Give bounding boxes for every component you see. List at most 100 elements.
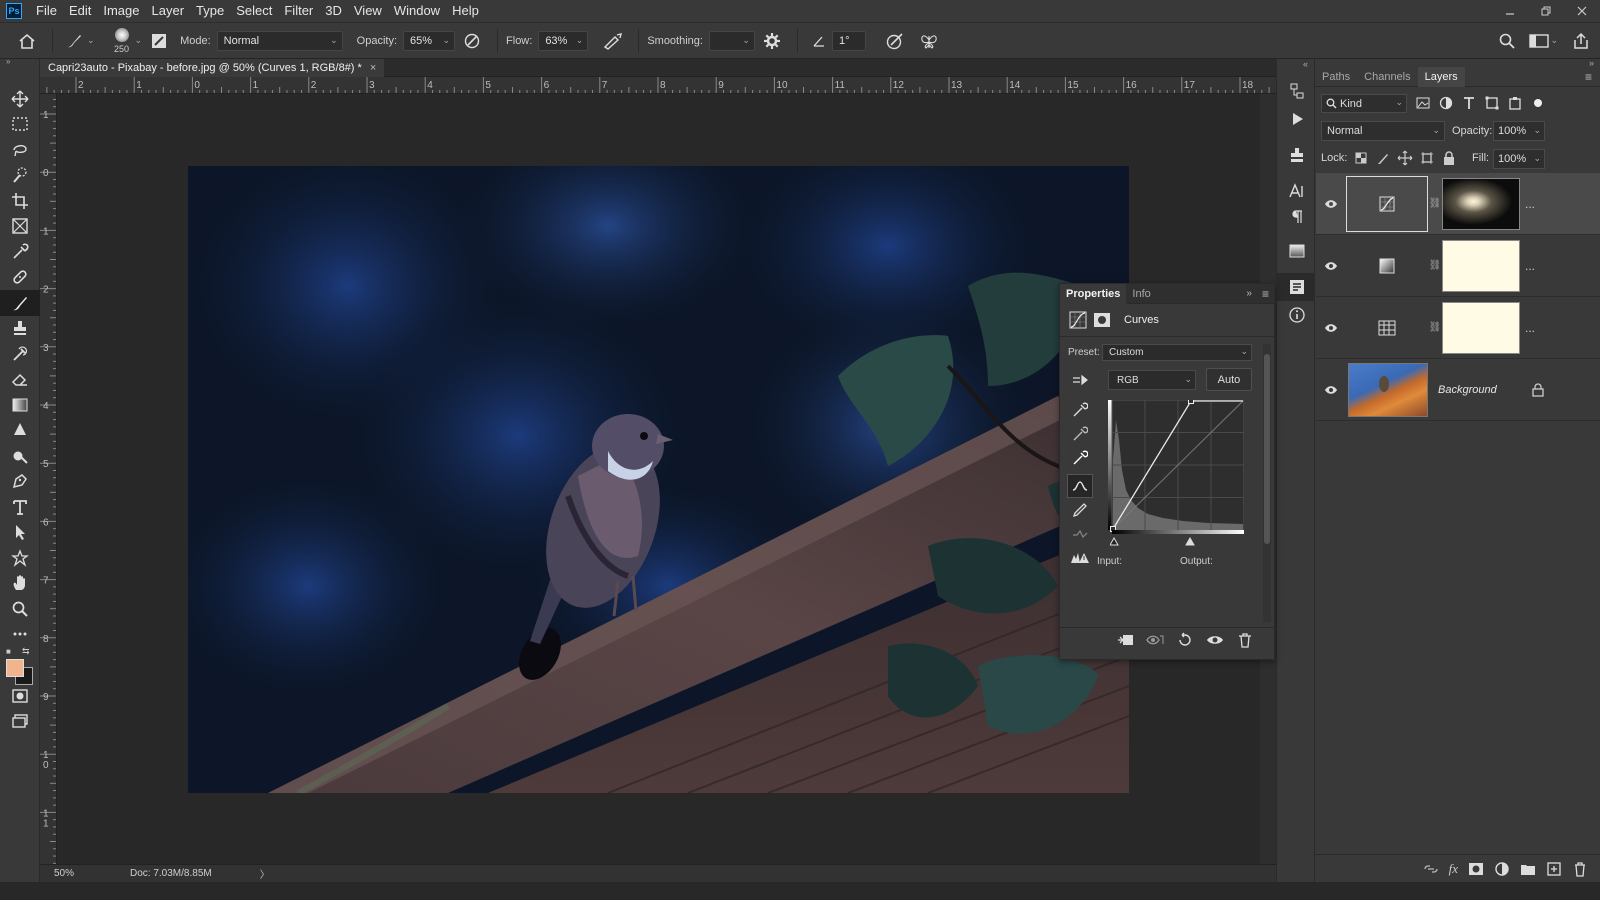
marquee-tool-icon[interactable] — [0, 112, 40, 138]
visibility-eye-icon[interactable] — [1206, 632, 1224, 648]
pencil-draw-icon[interactable] — [1067, 498, 1093, 522]
eye-icon[interactable] — [1316, 323, 1346, 333]
layer-row-levels[interactable]: ⛓ ... — [1316, 235, 1600, 297]
quick-selection-tool-icon[interactable] — [0, 163, 40, 189]
blur-tool-icon[interactable] — [0, 418, 40, 444]
auto-button[interactable]: Auto — [1206, 368, 1252, 391]
type-filter-icon[interactable] — [1461, 95, 1477, 111]
close-tab-icon[interactable]: × — [370, 62, 376, 74]
black-point-eyedropper-icon[interactable] — [1067, 398, 1093, 422]
fill-field[interactable]: 100% ⌄ — [1493, 149, 1545, 169]
new-adjustment-layer-icon[interactable] — [1494, 861, 1510, 877]
collapse-icon[interactable]: » — [1246, 288, 1252, 299]
info-panel-icon[interactable] — [1277, 301, 1316, 329]
layer-options-icon[interactable]: ... — [1520, 321, 1540, 335]
brush-settings-icon[interactable] — [148, 30, 170, 52]
add-mask-icon[interactable] — [1468, 861, 1484, 877]
character-panel-icon[interactable] — [1277, 177, 1316, 205]
menu-filter[interactable]: Filter — [278, 0, 319, 22]
black-point-slider[interactable] — [1110, 536, 1119, 546]
reset-icon[interactable] — [1176, 632, 1194, 648]
menu-select[interactable]: Select — [230, 0, 278, 22]
lock-position-icon[interactable] — [1397, 150, 1413, 166]
blend-mode-select[interactable]: Normal ⌄ — [1321, 121, 1445, 141]
delete-adjustment-icon[interactable] — [1236, 632, 1254, 648]
search-icon[interactable] — [1496, 30, 1518, 52]
properties-scrollbar[interactable] — [1263, 344, 1271, 622]
tab-layers[interactable]: Layers — [1417, 66, 1465, 87]
layer-options-icon[interactable]: ... — [1520, 259, 1540, 273]
layer-mask-thumbnail[interactable] — [1442, 301, 1520, 354]
layer-row-background[interactable]: Background — [1316, 359, 1600, 421]
on-image-adjust-icon[interactable] — [1067, 368, 1093, 392]
pressure-opacity-icon[interactable] — [461, 30, 483, 52]
link-icon[interactable]: ⛓ — [1428, 198, 1442, 209]
type-tool-icon[interactable] — [0, 494, 40, 520]
link-icon[interactable]: ⛓ — [1428, 260, 1442, 271]
share-icon[interactable] — [1570, 30, 1592, 52]
tab-properties[interactable]: Properties — [1060, 283, 1127, 304]
gradient-tool-icon[interactable] — [0, 392, 40, 418]
lock-artboard-icon[interactable] — [1419, 150, 1435, 166]
layer-row-curves[interactable]: ⛓ ... — [1316, 173, 1600, 235]
layer-name[interactable]: Background — [1438, 384, 1532, 396]
crop-tool-icon[interactable] — [0, 188, 40, 214]
white-point-eyedropper-icon[interactable] — [1067, 446, 1093, 470]
lookup-adjustment-thumbnail[interactable] — [1346, 300, 1428, 356]
brush-tool-preset-icon[interactable] — [63, 30, 85, 52]
clip-to-layer-icon[interactable] — [1116, 632, 1134, 648]
curves-icon[interactable] — [1068, 310, 1088, 330]
chevron-down-icon[interactable]: ⌄ — [87, 35, 95, 46]
collapse-icon[interactable]: « — [1277, 59, 1314, 77]
lock-pixels-icon[interactable] — [1375, 150, 1391, 166]
quick-mask-icon[interactable] — [0, 683, 40, 709]
path-selection-tool-icon[interactable] — [0, 520, 40, 546]
home-icon[interactable] — [16, 30, 38, 52]
smooth-curve-icon[interactable] — [1067, 522, 1093, 546]
chevron-down-icon[interactable]: ⌄ — [1550, 35, 1558, 46]
clipping-warning-icon[interactable] — [1067, 546, 1093, 570]
view-previous-state-icon[interactable] — [1146, 632, 1164, 648]
status-menu-arrow[interactable]: 〉 — [260, 866, 270, 881]
preset-select[interactable]: Custom ⌄ — [1102, 344, 1252, 361]
dodge-tool-icon[interactable] — [0, 443, 40, 469]
lasso-tool-icon[interactable] — [0, 137, 40, 163]
clone-source-icon[interactable] — [1277, 141, 1316, 169]
menu-layer[interactable]: Layer — [146, 0, 191, 22]
gradient-adjustment-thumbnail[interactable] — [1346, 238, 1428, 294]
layer-row-table[interactable]: ⛓ ... — [1316, 297, 1600, 359]
screen-mode-icon[interactable] — [0, 709, 40, 735]
eye-icon[interactable] — [1316, 385, 1346, 395]
smart-object-filter-icon[interactable] — [1507, 95, 1523, 111]
gradients-panel-icon[interactable] — [1277, 237, 1316, 265]
menu-edit[interactable]: Edit — [63, 0, 97, 22]
fx-icon[interactable]: fx — [1449, 861, 1458, 877]
brush-size-picker[interactable]: 250 — [109, 26, 135, 56]
menu-help[interactable]: Help — [446, 0, 485, 22]
menu-view[interactable]: View — [348, 0, 388, 22]
document-image[interactable] — [188, 166, 1129, 793]
more-tools-icon[interactable] — [0, 622, 40, 648]
eyedropper-tool-icon[interactable] — [0, 239, 40, 265]
menu-type[interactable]: Type — [190, 0, 230, 22]
tab-paths[interactable]: Paths — [1315, 67, 1357, 87]
menu-image[interactable]: Image — [97, 0, 145, 22]
tab-channels[interactable]: Channels — [1357, 67, 1417, 87]
mode-select[interactable]: Normal ⌄ — [216, 30, 343, 51]
curve-control-point[interactable] — [1188, 400, 1194, 404]
paragraph-panel-icon[interactable] — [1277, 205, 1316, 229]
menu-window[interactable]: Window — [388, 0, 446, 22]
move-tool-icon[interactable] — [0, 86, 40, 112]
menu-file[interactable]: File — [30, 0, 63, 22]
gray-point-eyedropper-icon[interactable] — [1067, 422, 1093, 446]
clone-stamp-tool-icon[interactable] — [0, 316, 40, 342]
gear-icon[interactable] — [761, 30, 783, 52]
flow-field[interactable]: 63% ⌄ — [538, 30, 589, 51]
channel-select[interactable]: RGB ⌄ — [1108, 370, 1196, 390]
airbrush-icon[interactable] — [602, 30, 624, 52]
healing-brush-tool-icon[interactable] — [0, 265, 40, 291]
layer-mask-thumbnail[interactable] — [1442, 177, 1520, 230]
symmetry-butterfly-icon[interactable] — [918, 30, 940, 52]
curves-graph[interactable] — [1108, 400, 1244, 534]
scroll-thumb[interactable] — [1264, 354, 1270, 544]
